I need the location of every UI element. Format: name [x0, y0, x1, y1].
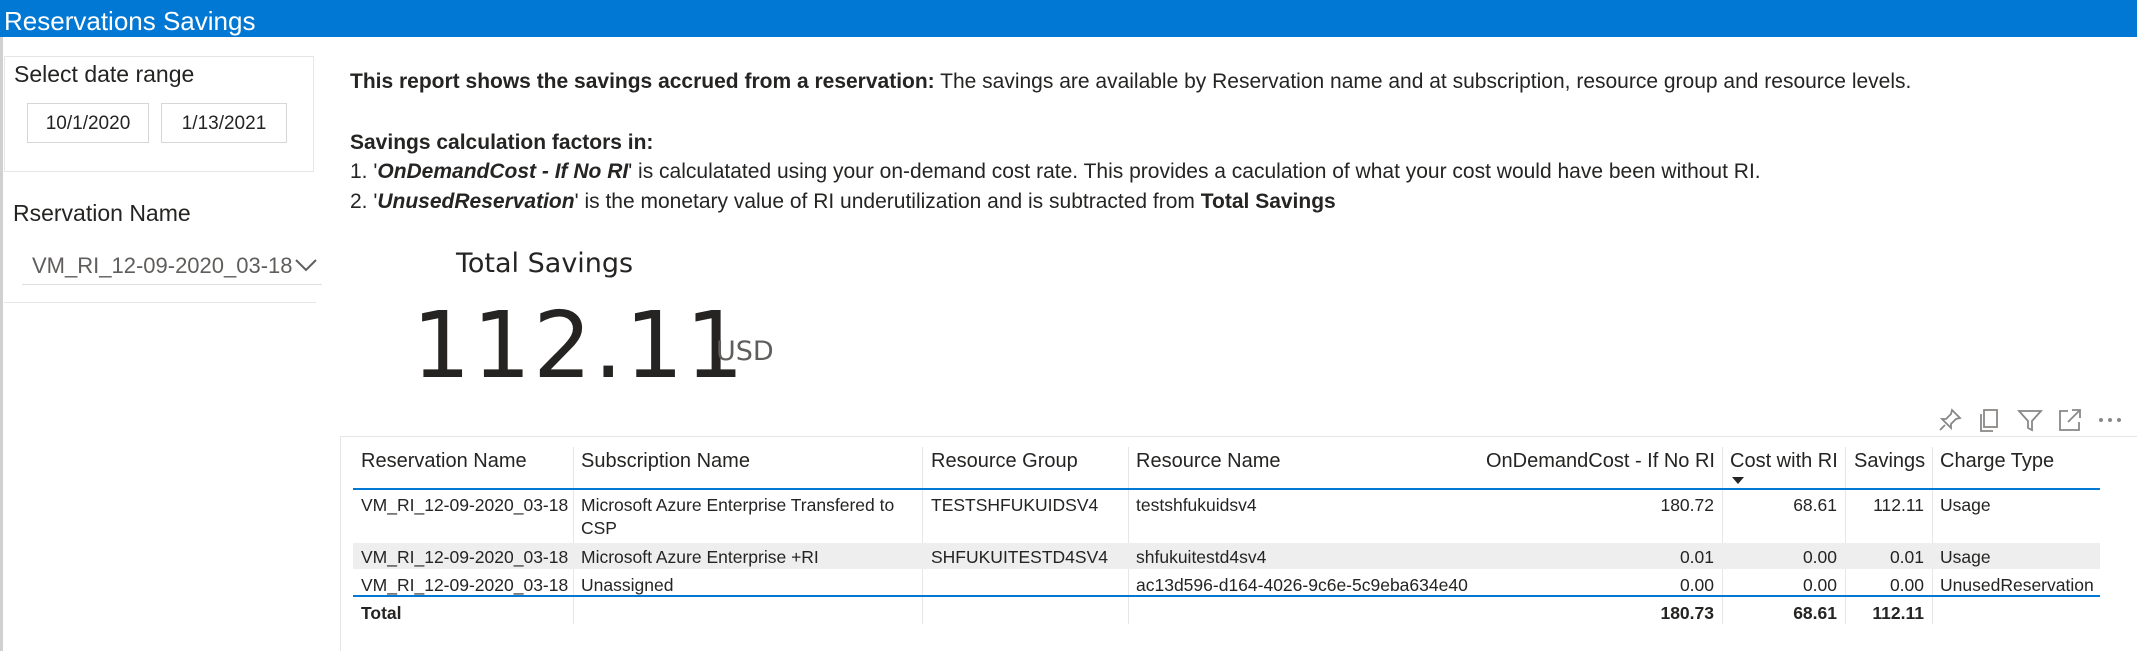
date-range-label: Select date range [14, 61, 195, 87]
column-header-charge-type[interactable]: Charge Type [1940, 450, 2054, 473]
factor-1-num: 1. ' [350, 160, 378, 183]
reservation-name-selected: VM_RI_12-09-2020_03-18 [32, 253, 293, 278]
cell-charge-type: Usage [1940, 547, 1991, 567]
factor-2-term: UnusedReservation [377, 190, 575, 213]
reservation-name-slicer: Rservation Name VM_RI_12-09-2020_03-18 [4, 192, 322, 303]
total-savings: 112.11 [1872, 603, 1924, 623]
focus-mode-icon[interactable] [2056, 406, 2084, 434]
cell-savings: 0.01 [1889, 547, 1924, 567]
header-rule [353, 488, 2100, 490]
cell-subscription-name: Unassigned [581, 575, 674, 595]
factor-1-term: OnDemandCost - If No RI [377, 160, 629, 183]
more-options-icon[interactable] [2096, 406, 2124, 434]
column-header-cost-with-ri[interactable]: Cost with RI [1730, 450, 1838, 473]
column-divider [1128, 447, 1129, 624]
report-title-bar: Reservations Savings [0, 0, 2137, 37]
cell-cost-with-ri: 0.00 [1802, 575, 1837, 595]
cell-cost-with-ri: 68.61 [1793, 495, 1837, 515]
cell-reservation-name: VM_RI_12-09-2020_03-18 [361, 495, 569, 515]
cell-subscription-name: Microsoft Azure Enterprise Transfered to [581, 495, 895, 515]
cell-savings: 0.00 [1889, 575, 1924, 595]
total-ondemand-cost: 180.73 [1660, 603, 1714, 623]
cell-ondemand-cost: 180.72 [1660, 495, 1714, 515]
cell-resource-name: testshfukuidsv4 [1136, 495, 1257, 515]
column-header-resource-name[interactable]: Resource Name [1136, 450, 1281, 473]
column-header-subscription-name[interactable]: Subscription Name [581, 450, 750, 473]
cell-resource-group: SHFUKUITESTD4SV4 [931, 547, 1108, 567]
description-rest: The savings are available by Reservation… [934, 70, 1912, 93]
start-date-input[interactable]: 10/1/2020 [27, 103, 149, 143]
left-edge-divider [0, 37, 3, 651]
column-divider [573, 447, 574, 624]
cell-charge-type: UnusedReservation [1940, 575, 2094, 595]
cell-reservation-name: VM_RI_12-09-2020_03-18 [361, 575, 569, 595]
total-rule [353, 595, 2100, 597]
cell-ondemand-cost: 0.01 [1679, 547, 1714, 567]
factor-1: 1. 'OnDemandCost - If No RI' is calculat… [350, 160, 1761, 184]
column-divider [1932, 447, 1933, 624]
sort-descending-icon [1732, 477, 1744, 484]
factor-2: 2. 'UnusedReservation' is the monetary v… [350, 190, 1336, 214]
cell-resource-name: ac13d596-d164-4026-9c6e-5c9eba634e40 [1136, 575, 1468, 595]
report-title: Reservations Savings [4, 6, 256, 36]
filter-icon[interactable] [2016, 406, 2044, 434]
column-divider [1845, 447, 1846, 624]
copy-icon[interactable] [1976, 406, 2004, 434]
column-header-ondemand-cost[interactable]: OnDemandCost - If No RI [1486, 450, 1715, 473]
description-lead: This report shows the savings accrued fr… [350, 70, 935, 93]
column-header-savings[interactable]: Savings [1854, 450, 1925, 473]
column-header-resource-group[interactable]: Resource Group [931, 450, 1078, 473]
cell-resource-name: shfukuitestd4sv4 [1136, 547, 1267, 567]
cell-cost-with-ri: 0.00 [1802, 547, 1837, 567]
cell-savings: 112.11 [1873, 495, 1924, 515]
factor-2-end: Total Savings [1200, 190, 1336, 213]
cell-resource-group: TESTSHFUKUIDSV4 [931, 495, 1099, 515]
column-divider [922, 447, 923, 624]
reservation-name-dropdown[interactable]: VM_RI_12-09-2020_03-18 [22, 247, 322, 285]
factors-heading-text: Savings calculation factors in: [350, 131, 654, 154]
cell-subscription-name-wrap: CSP [581, 518, 617, 538]
pin-icon[interactable] [1936, 406, 1964, 434]
column-header-reservation-name[interactable]: Reservation Name [361, 450, 527, 473]
factor-1-text: ' is calculatated using your on-demand c… [628, 160, 1761, 183]
cell-charge-type: Usage [1940, 495, 1991, 515]
total-cost-with-ri: 68.61 [1793, 603, 1837, 623]
cell-subscription-name: Microsoft Azure Enterprise +RI [581, 547, 819, 567]
kpi-unit: USD [716, 336, 774, 367]
factors-heading: Savings calculation factors in: [350, 131, 653, 155]
kpi-value: 112.11 [412, 292, 746, 399]
date-range-slicer: Select date range 10/1/2020 1/13/2021 [4, 56, 314, 172]
end-date-input[interactable]: 1/13/2021 [161, 103, 287, 143]
reservation-name-label: Rservation Name [13, 200, 191, 226]
report-description: This report shows the savings accrued fr… [350, 70, 1911, 94]
total-label: Total [361, 603, 402, 623]
factor-2-text: ' is the monetary value of RI underutili… [574, 190, 1201, 213]
cell-ondemand-cost: 0.00 [1679, 575, 1714, 595]
chevron-down-icon [295, 259, 317, 272]
factor-2-num: 2. ' [350, 190, 378, 213]
cell-reservation-name: VM_RI_12-09-2020_03-18 [361, 547, 569, 567]
kpi-title: Total Savings [456, 248, 634, 279]
column-divider [1722, 447, 1723, 624]
